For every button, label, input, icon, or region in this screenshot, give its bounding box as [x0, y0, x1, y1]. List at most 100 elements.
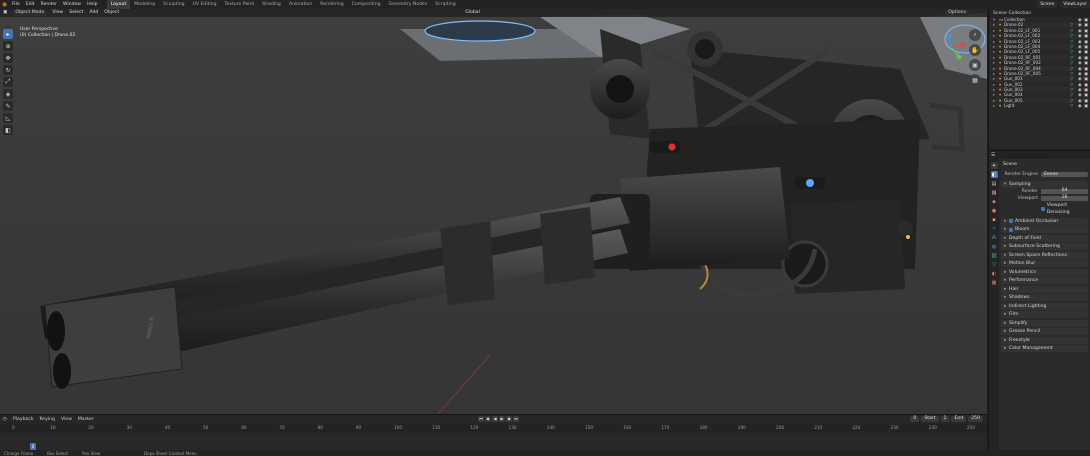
outliner-object-row[interactable]: ▸▾Light▽◉▣ — [989, 103, 1090, 108]
timeline-ruler[interactable]: 0102030405060708090100110120130140150160… — [0, 424, 987, 433]
rotate-icon[interactable]: ↻ — [3, 65, 13, 75]
transform-orientation-select[interactable]: Global — [462, 9, 483, 17]
object-tab-icon[interactable]: ▪ — [991, 216, 998, 223]
blender-logo-icon[interactable]: ◉ — [0, 0, 9, 9]
object-name[interactable]: Light — [1004, 103, 1070, 108]
tool-tab-icon[interactable]: ✦ — [991, 162, 998, 169]
jump-end-icon[interactable]: ⏭ — [513, 416, 519, 422]
tab-uv-editing[interactable]: UV Editing — [189, 0, 221, 9]
start-frame-field[interactable]: 1 — [941, 416, 950, 422]
menu-window[interactable]: Window — [60, 0, 84, 9]
timeline-track[interactable]: 0 — [0, 433, 987, 451]
property-panel[interactable]: ▸Hair — [1001, 286, 1088, 293]
cursor-icon[interactable]: ⊕ — [3, 41, 13, 51]
play-reverse-icon[interactable]: ◀ — [492, 416, 498, 422]
end-frame-field[interactable]: 250 — [968, 416, 983, 422]
ortho-toggle-icon[interactable]: ▦ — [969, 74, 981, 86]
property-panel[interactable]: ▸Film — [1001, 311, 1088, 318]
menu-playback[interactable]: Playback — [10, 415, 37, 424]
move-icon[interactable]: ✥ — [3, 53, 13, 63]
transform-icon[interactable]: ◈ — [3, 89, 13, 99]
render-samples-field[interactable]: 64 — [1041, 189, 1088, 194]
scene-selector[interactable]: Scene — [1037, 1, 1057, 8]
camera-view-icon[interactable]: ▣ — [969, 59, 981, 71]
data-tab-icon[interactable]: ▽ — [991, 261, 998, 268]
modifier-tab-icon[interactable]: ✧ — [991, 225, 998, 232]
menu-help[interactable]: Help — [84, 0, 100, 9]
physics-tab-icon[interactable]: ◍ — [991, 243, 998, 250]
menu-view[interactable]: View — [49, 9, 66, 17]
tab-sculpting[interactable]: Sculpting — [159, 0, 188, 9]
modifier-icon[interactable]: ▽ — [1070, 103, 1078, 108]
view-layer-selector[interactable]: ViewLayer — [1060, 1, 1090, 8]
current-frame-field[interactable]: 0 — [910, 416, 919, 422]
property-panel[interactable]: ▸Color Management — [1001, 345, 1088, 352]
3d-viewport[interactable]: MINIGUN ▣ Object Mode View Select Add Ob… — [0, 9, 987, 414]
measure-icon[interactable]: ◺ — [3, 113, 13, 123]
viewport-denoising-checkbox[interactable]: Viewport Denoising — [1001, 202, 1088, 216]
tab-layout[interactable]: Layout — [107, 0, 131, 9]
pan-icon[interactable]: ✋ — [969, 44, 981, 56]
prev-keyframe-icon[interactable]: ◆ — [485, 416, 491, 422]
panel-checkbox[interactable] — [1009, 228, 1013, 232]
play-icon[interactable]: ▶ — [499, 416, 505, 422]
output-tab-icon[interactable]: ▤ — [991, 180, 998, 187]
texture-tab-icon[interactable]: ▩ — [991, 279, 998, 286]
menu-object[interactable]: Object — [101, 9, 122, 17]
property-panel[interactable]: ▸Screen Space Reflections — [1001, 252, 1088, 259]
add-cube-icon[interactable]: ◧ — [3, 125, 13, 135]
render-engine-select[interactable]: Eevee — [1041, 172, 1088, 178]
menu-marker[interactable]: Marker — [75, 415, 97, 424]
annotate-icon[interactable]: ✎ — [3, 101, 13, 111]
tab-modeling[interactable]: Modeling — [130, 0, 159, 9]
render-icon[interactable]: ▣ — [1084, 103, 1090, 108]
property-panel[interactable]: ▸Indirect Lighting — [1001, 303, 1088, 310]
select-box-icon[interactable]: ▸ — [3, 29, 13, 39]
world-tab-icon[interactable]: ● — [991, 207, 998, 214]
constraints-tab-icon[interactable]: ⛓ — [991, 252, 998, 259]
menu-file[interactable]: File — [9, 0, 23, 9]
tab-rendering[interactable]: Rendering — [316, 0, 347, 9]
scene-tab-icon[interactable]: ◆ — [991, 198, 998, 205]
property-panel[interactable]: ▸Bloom — [1001, 226, 1088, 233]
property-panel[interactable]: ▸Grease Pencil — [1001, 328, 1088, 335]
property-panel[interactable]: ▸Depth of Field — [1001, 235, 1088, 242]
material-tab-icon[interactable]: ◐ — [991, 270, 998, 277]
viewport-samples-field[interactable]: 16 — [1041, 196, 1088, 201]
menu-render[interactable]: Render — [38, 0, 60, 9]
checkbox-checked-icon[interactable] — [1041, 207, 1045, 211]
sampling-panel[interactable]: ▾ Sampling — [1001, 181, 1088, 188]
view-layer-tab-icon[interactable]: ▨ — [991, 189, 998, 196]
editor-type-icon[interactable]: ▣ — [0, 9, 10, 17]
property-panel[interactable]: ▸Shadows — [1001, 294, 1088, 301]
property-panel[interactable]: ▸Performance — [1001, 277, 1088, 284]
property-panel[interactable]: ▸Ambient Occlusion — [1001, 218, 1088, 225]
options-button[interactable]: Options — [945, 10, 969, 16]
tab-compositing[interactable]: Compositing — [348, 0, 385, 9]
tab-texture-paint[interactable]: Texture Paint — [221, 0, 259, 9]
menu-timeline-view[interactable]: View — [58, 415, 75, 424]
particles-tab-icon[interactable]: ⁂ — [991, 234, 998, 241]
jump-start-icon[interactable]: ⏮ — [478, 416, 484, 422]
property-panel[interactable]: ▸Motion Blur — [1001, 260, 1088, 267]
panel-checkbox[interactable] — [1009, 219, 1013, 223]
properties-search-input[interactable] — [1007, 153, 1047, 158]
property-panel[interactable]: ▸Volumetrics — [1001, 269, 1088, 276]
tab-animation[interactable]: Animation — [285, 0, 316, 9]
render-tab-icon[interactable]: ◧ — [991, 171, 998, 178]
next-keyframe-icon[interactable]: ◆ — [506, 416, 512, 422]
menu-select[interactable]: Select — [66, 9, 86, 17]
axis-gizmo[interactable] — [937, 33, 967, 63]
property-panel[interactable]: ▸Simplify — [1001, 320, 1088, 327]
scale-icon[interactable]: ⤢ — [3, 77, 13, 87]
tab-geometry-nodes[interactable]: Geometry Nodes — [385, 0, 432, 9]
tab-shading[interactable]: Shading — [258, 0, 285, 9]
timeline-editor-icon[interactable]: ◷ — [0, 415, 10, 424]
menu-add[interactable]: Add — [86, 9, 101, 17]
property-panel[interactable]: ▸Freestyle — [1001, 337, 1088, 344]
tab-scripting[interactable]: Scripting — [431, 0, 459, 9]
current-frame-indicator[interactable]: 0 — [30, 443, 36, 450]
property-panel[interactable]: ▸Subsurface Scattering — [1001, 243, 1088, 250]
mode-select[interactable]: Object Mode — [12, 10, 47, 16]
menu-edit[interactable]: Edit — [23, 0, 38, 9]
